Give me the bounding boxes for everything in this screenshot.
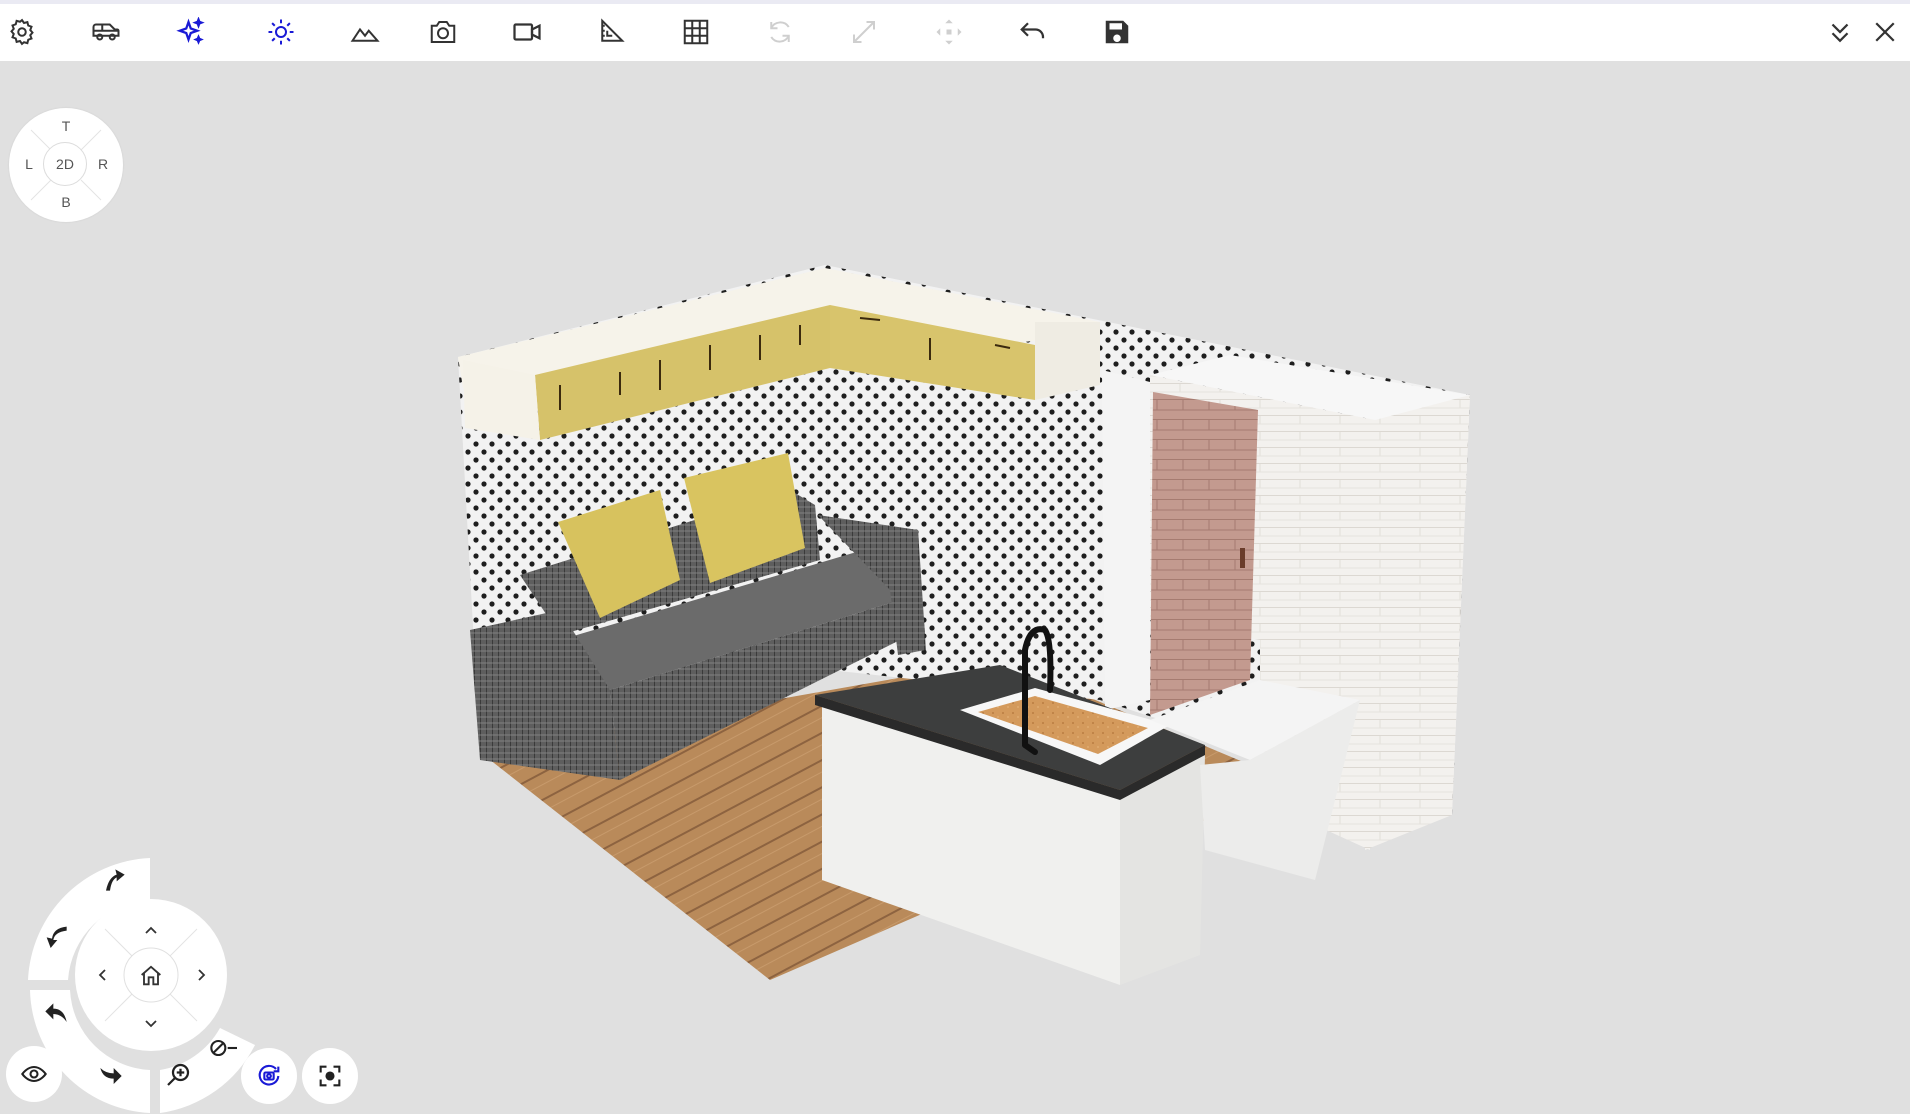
- collapse-toolbar-button[interactable]: [1820, 12, 1860, 52]
- redo-view-button[interactable]: [95, 1060, 127, 1092]
- chevron-right-icon: [198, 969, 206, 981]
- zoom-out-button[interactable]: [206, 1034, 240, 1064]
- designer-app: T L R B 2D: [0, 0, 1910, 1114]
- camera-icon: [430, 21, 456, 43]
- terrain-button[interactable]: [345, 12, 385, 52]
- pan-right-button[interactable]: [190, 963, 214, 987]
- focus-button[interactable]: [302, 1048, 358, 1104]
- video-camera-icon: [513, 23, 541, 41]
- top-toolbar: [0, 0, 1910, 61]
- zoom-in-button[interactable]: [163, 1060, 195, 1092]
- focus-icon: [319, 1065, 341, 1087]
- effects-button[interactable]: [171, 12, 211, 52]
- resize-icon: [853, 21, 875, 43]
- orbit-button[interactable]: [241, 1048, 297, 1104]
- pan-up-button[interactable]: [139, 918, 163, 942]
- undo-view-button[interactable]: [40, 998, 72, 1030]
- grid-button[interactable]: [676, 12, 716, 52]
- van-icon: [92, 23, 120, 41]
- closet-panel: [1102, 370, 1150, 710]
- gear-icon: [10, 18, 34, 46]
- rotate-button[interactable]: [760, 12, 800, 52]
- screenshot-button[interactable]: [423, 12, 463, 52]
- close-icon: [1875, 22, 1895, 42]
- navigation-controls: [0, 840, 380, 1114]
- lighting-button[interactable]: [261, 12, 301, 52]
- close-button[interactable]: [1865, 12, 1905, 52]
- undo-arrow-icon: [45, 1003, 67, 1022]
- resize-button[interactable]: [844, 12, 884, 52]
- vehicle-button[interactable]: [86, 12, 126, 52]
- sun-icon: [268, 19, 294, 45]
- arrow-left-curved-icon: [46, 926, 67, 948]
- measure-button[interactable]: [591, 12, 631, 52]
- rotate-left-button[interactable]: [40, 920, 72, 952]
- home-icon: [141, 965, 161, 986]
- chevron-down-icon: [145, 1020, 157, 1028]
- visibility-button[interactable]: [6, 1046, 62, 1102]
- move-icon: [936, 19, 962, 45]
- reset-view-button[interactable]: [137, 961, 165, 989]
- grid-icon: [683, 19, 709, 45]
- orbit-icon: [258, 1064, 280, 1086]
- chevron-left-icon: [98, 969, 106, 981]
- double-chevron-down-icon: [1831, 23, 1849, 43]
- save-button[interactable]: [1097, 12, 1137, 52]
- video-button[interactable]: [507, 12, 547, 52]
- door-handle: [1240, 548, 1245, 568]
- undo-icon: [1020, 22, 1045, 39]
- rotate-icon: [770, 21, 790, 43]
- zoom-out-icon: [210, 1039, 237, 1057]
- redo-arrow-icon: [100, 1068, 122, 1084]
- pan-left-button[interactable]: [90, 963, 114, 987]
- save-icon: [1105, 20, 1129, 44]
- move-button[interactable]: [929, 12, 969, 52]
- tilt-up-button[interactable]: [98, 864, 130, 896]
- undo-button[interactable]: [1013, 12, 1053, 52]
- mountain-icon: [350, 27, 380, 42]
- sparkle-icon: [176, 17, 205, 45]
- arrow-up-curved-icon: [106, 869, 125, 891]
- settings-button[interactable]: [2, 12, 42, 52]
- ruler-triangle-icon: [601, 18, 625, 42]
- zoom-in-icon: [167, 1063, 190, 1086]
- chevron-up-icon: [145, 926, 157, 934]
- eye-icon: [21, 1065, 47, 1083]
- pan-down-button[interactable]: [139, 1012, 163, 1036]
